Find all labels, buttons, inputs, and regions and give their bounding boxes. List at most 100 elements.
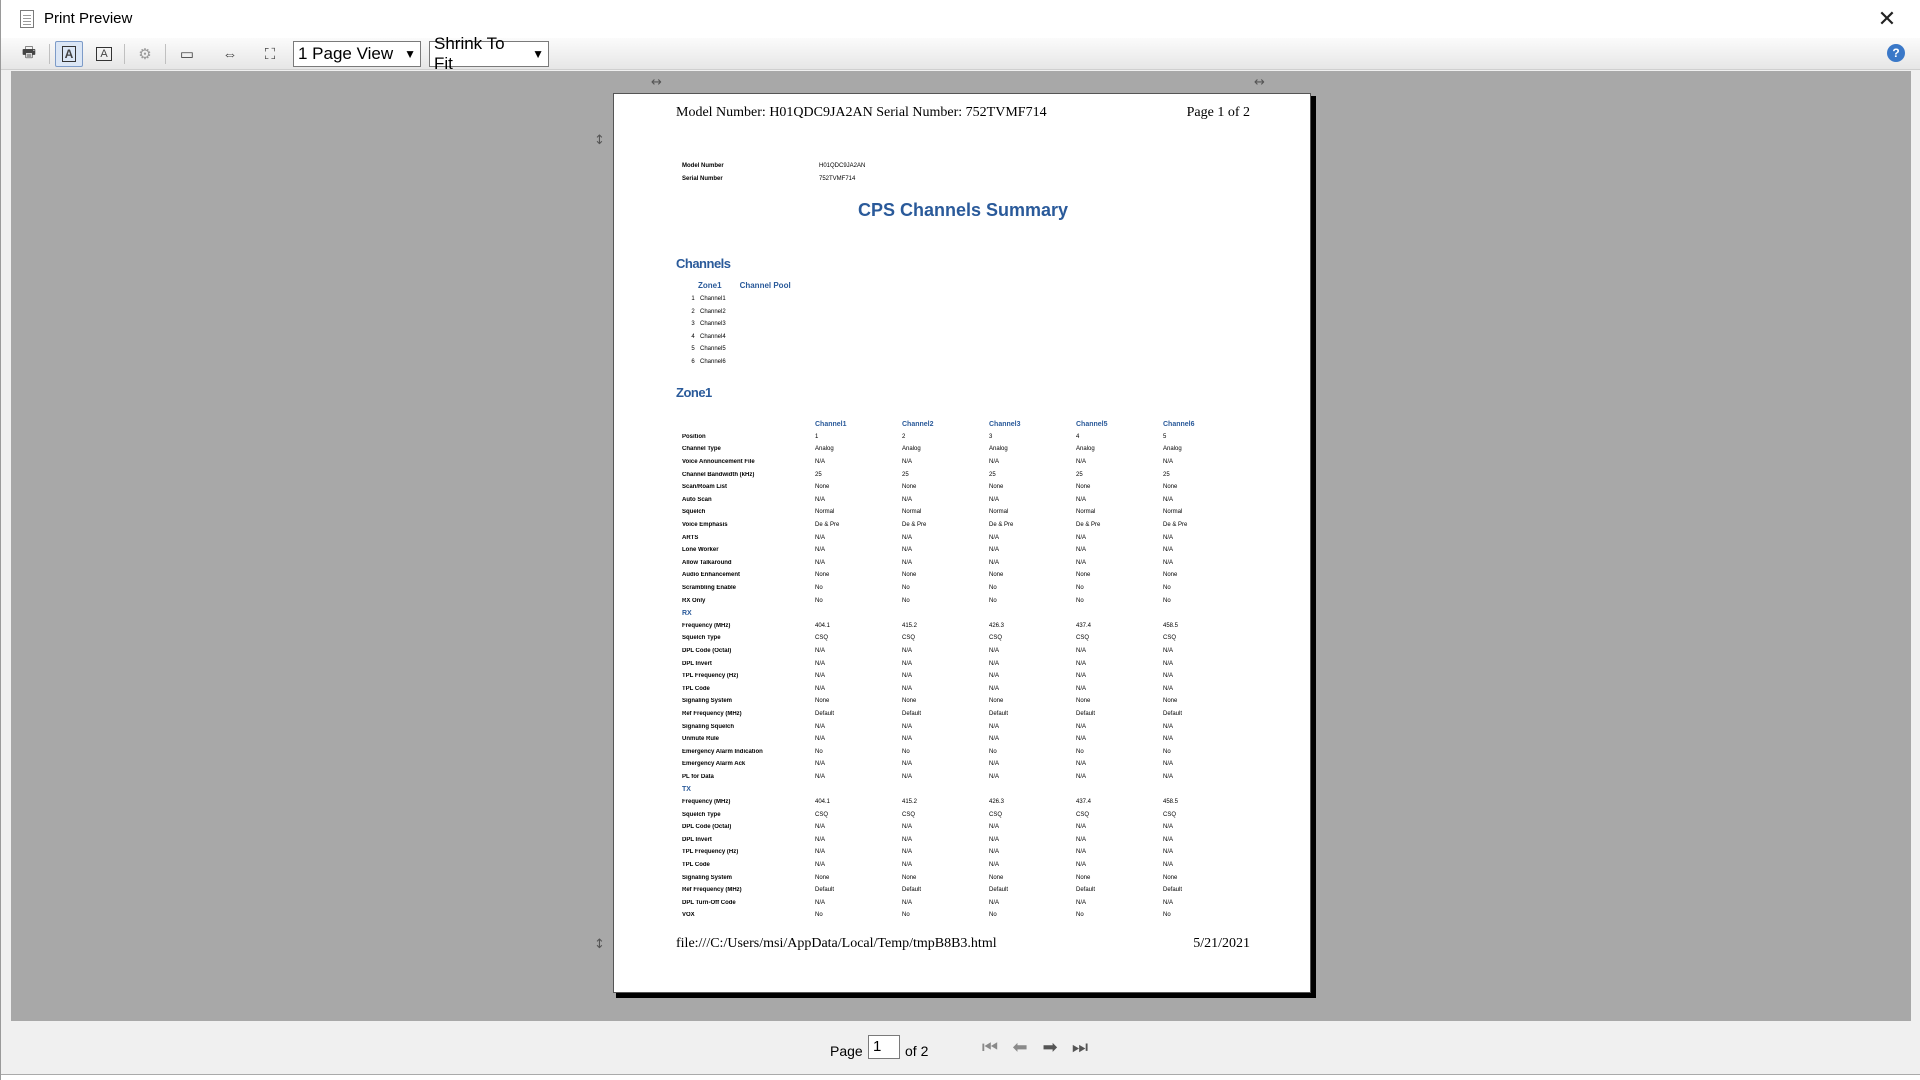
table-cell: N/A (1076, 534, 1087, 541)
table-cell: None (1163, 698, 1178, 705)
table-cell: 426.3 (989, 799, 1005, 806)
current-page-input[interactable]: 1 (868, 1035, 900, 1059)
view-mode-value: 1 Page View (298, 44, 394, 63)
table-cell: None (989, 484, 1004, 491)
zone-table: Channel1 Channel2 Channel3 Channel5 Channel6… (682, 418, 1250, 922)
first-page-button[interactable]: ⏮ (978, 1035, 1002, 1059)
row-label: DPL Turn-Off Code (682, 899, 736, 906)
table-cell: N/A (902, 773, 913, 780)
table-cell: CSQ (815, 635, 829, 642)
chevron-down-icon: ▼ (532, 47, 544, 61)
row-label: Signaling Squelch (682, 723, 735, 730)
row-label: Ref Frequency (MHz) (682, 710, 742, 717)
table-cell: N/A (989, 660, 1000, 667)
full-size-button[interactable]: ⛶ (256, 41, 284, 67)
first-page-icon: ⏮ (981, 1037, 999, 1057)
right-margin-handle[interactable]: ↔ (1254, 75, 1265, 90)
table-cell: N/A (902, 849, 913, 856)
channels-heading: Channels (676, 256, 731, 271)
table-row: VOX No No No No No (682, 909, 1250, 922)
table-cell: N/A (1163, 849, 1174, 856)
table-cell: N/A (1163, 496, 1174, 503)
previous-page-button[interactable]: ⬅ (1008, 1035, 1032, 1059)
table-cell: N/A (902, 647, 913, 654)
help-icon[interactable]: ? (1887, 44, 1905, 62)
table-cell: N/A (1076, 849, 1087, 856)
channel-name: Channel4 (700, 333, 726, 340)
table-cell: N/A (902, 547, 913, 554)
table-cell: N/A (989, 862, 1000, 869)
top-margin-handle[interactable]: ↕ (594, 133, 605, 148)
fit-width-button[interactable]: ⇔ (216, 41, 244, 67)
print-button[interactable]: 🖶 (15, 41, 43, 67)
table-cell: No (1163, 585, 1171, 592)
meta-value: 752TVMF714 (819, 176, 856, 182)
preview-page: Model Number: H01QDC9JA2AN Serial Number… (613, 93, 1311, 993)
table-cell: N/A (815, 862, 826, 869)
printer-icon: 🖶 (21, 43, 37, 61)
toolbar-divider (49, 44, 50, 64)
table-cell: De & Pre (989, 522, 1014, 529)
table-cell: No (815, 912, 823, 919)
table-row: Squelch Type CSQ CSQ CSQ CSQ CSQ (682, 808, 1250, 821)
table-cell: 25 (815, 471, 822, 478)
close-button[interactable]: ✕ (1873, 6, 1901, 32)
meta-value: H01QDC9JA2AN (819, 163, 866, 169)
preview-area[interactable]: ↔ ↔ ↕ ↕ Model Number: H01QDC9JA2AN Seria… (11, 71, 1911, 1021)
window-title: Print Preview (44, 10, 133, 27)
table-cell: N/A (1076, 647, 1087, 654)
table-cell: N/A (902, 736, 913, 743)
channel-name: Channel6 (700, 358, 726, 365)
landscape-button[interactable]: A (90, 41, 118, 67)
table-cell: N/A (989, 824, 1000, 831)
table-cell: N/A (815, 559, 826, 566)
portrait-button[interactable]: A (55, 41, 83, 67)
table-cell: N/A (902, 899, 913, 906)
table-cell: N/A (989, 723, 1000, 730)
next-page-button[interactable]: ➡ (1038, 1035, 1062, 1059)
table-row: Allow Talkaround N/A N/A N/A N/A N/A (682, 557, 1250, 570)
table-cell: Normal (1076, 509, 1096, 516)
meta-row: Model Number H01QDC9JA2AN (682, 160, 865, 173)
table-cell: Default (1076, 887, 1096, 894)
row-label: Voice Emphasis (682, 522, 728, 529)
table-row: Audio Enhancement None None None None None (682, 569, 1250, 582)
table-cell: None (989, 572, 1004, 579)
bottom-margin-handle[interactable]: ↕ (594, 937, 605, 952)
table-cell: No (989, 597, 997, 604)
page-setup-icon: ⚙ (138, 46, 152, 63)
table-cell: Default (902, 710, 922, 717)
view-mode-select[interactable]: 1 Page View ▼ (293, 41, 421, 67)
toolbar-divider (165, 44, 166, 64)
page-count-label: of 2 (905, 1043, 929, 1059)
last-page-button[interactable]: ⏭ (1068, 1035, 1092, 1059)
table-cell: N/A (902, 459, 913, 466)
row-label: Squelch Type (682, 811, 721, 818)
row-label: Channel Type (682, 446, 721, 453)
page-setup-button[interactable]: ⚙ (131, 41, 159, 67)
channel-number: 6 (691, 358, 695, 365)
left-margin-handle[interactable]: ↔ (651, 75, 662, 90)
fit-page-button[interactable]: ▭ (173, 41, 201, 67)
table-cell: Default (989, 710, 1009, 717)
table-row: Lone Worker N/A N/A N/A N/A N/A (682, 544, 1250, 557)
table-cell: N/A (902, 723, 913, 730)
row-label: PL for Data (682, 773, 714, 780)
channel-list-item: 3 Channel3 (686, 318, 725, 331)
table-cell: No (1076, 912, 1084, 919)
table-cell: 437.4 (1076, 622, 1092, 629)
table-cell: CSQ (902, 635, 916, 642)
table-cell: None (1076, 698, 1091, 705)
table-row: Auto Scan N/A N/A N/A N/A N/A (682, 494, 1250, 507)
table-row: Position 1 2 3 4 5 (682, 431, 1250, 444)
row-label: DPL Code (Octal) (682, 824, 732, 831)
table-cell: N/A (989, 836, 1000, 843)
table-cell: N/A (1076, 723, 1087, 730)
zone-column-header: Channel1 (815, 420, 847, 428)
row-label: Channel Bandwidth (kHz) (682, 471, 755, 478)
zoom-mode-select[interactable]: Shrink To Fit ▼ (429, 34, 549, 73)
channels-col-pool: Channel Pool (739, 281, 791, 290)
table-cell: None (1163, 874, 1178, 881)
table-cell: N/A (1163, 761, 1174, 768)
table-row: PL for Data N/A N/A N/A N/A N/A (682, 771, 1250, 784)
